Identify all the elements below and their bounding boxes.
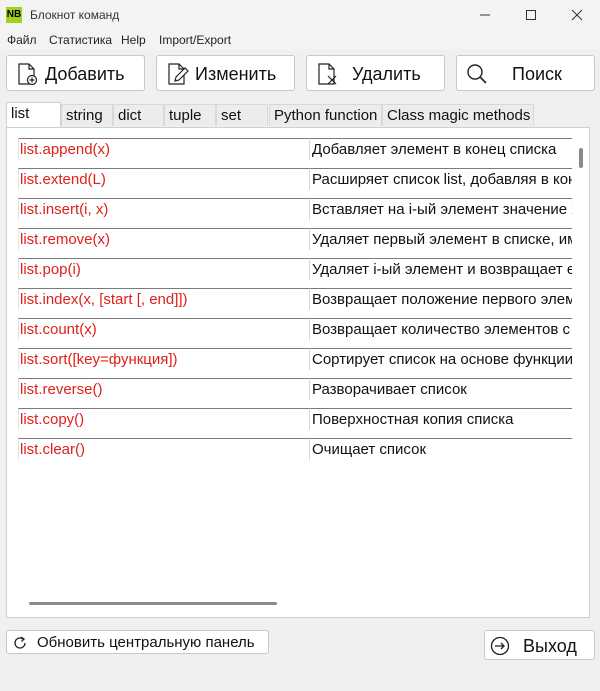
table-row[interactable]: list.append(x) Добавляет элемент в конец … (18, 138, 572, 160)
command-cell[interactable]: list.pop(i) (18, 258, 309, 280)
description-cell[interactable]: Расширяет список list, добавляя в кон (309, 168, 572, 190)
table-row[interactable]: list.pop(i) Удаляет i-ый элемент и возвра… (18, 258, 572, 280)
exit-button-label: Выход (523, 636, 577, 656)
command-cell[interactable]: list.reverse() (18, 378, 309, 400)
table-row[interactable]: list.count(x) Возвращает количество элеме… (18, 318, 572, 340)
description-cell[interactable]: Разворачивает список (309, 378, 572, 400)
vertical-scrollbar[interactable] (579, 148, 583, 168)
edit-document-icon (165, 62, 189, 91)
exit-button[interactable]: Выход (484, 630, 595, 660)
menu-bar: Файл Статистика Help Import/Export (0, 30, 600, 50)
description-cell[interactable]: Удаляет i-ый элемент и возвращает е (309, 258, 572, 280)
description-cell[interactable]: Добавляет элемент в конец списка (309, 138, 572, 160)
refresh-panel-label: Обновить центральную панель (37, 634, 255, 651)
description-cell[interactable]: Возвращает положение первого элем (309, 288, 572, 310)
description-cell[interactable]: Возвращает количество элементов с (309, 318, 572, 340)
command-list[interactable]: list.append(x) Добавляет элемент в конец … (18, 138, 572, 590)
tab-tuple[interactable]: tuple (164, 104, 216, 126)
edit-button-label: Изменить (195, 64, 277, 84)
search-button[interactable]: Поиск (456, 55, 595, 91)
search-button-label: Поиск (512, 64, 562, 84)
table-row[interactable]: list.extend(L) Расширяет список list, доб… (18, 168, 572, 190)
description-cell[interactable]: Сортирует список на основе функции (309, 348, 572, 370)
command-cell[interactable]: list.insert(i, x) (18, 198, 309, 220)
tab-class-magic-methods[interactable]: Class magic methods (382, 104, 534, 126)
command-cell[interactable]: list.count(x) (18, 318, 309, 340)
delete-button-label: Удалить (352, 64, 421, 84)
app-window: NB Блокнот команд Файл Статистика Help I… (0, 0, 600, 691)
refresh-icon (12, 635, 28, 656)
maximize-button[interactable] (508, 0, 554, 30)
command-cell[interactable]: list.copy() (18, 408, 309, 430)
table-row[interactable]: list.reverse() Разворачивает список (18, 378, 572, 400)
tab-dict[interactable]: dict (113, 104, 164, 126)
table-row[interactable]: list.sort([key=функция]) Сортирует список… (18, 348, 572, 370)
minimize-icon (480, 14, 490, 16)
command-cell[interactable]: list.append(x) (18, 138, 309, 160)
close-button[interactable] (554, 0, 600, 30)
menu-import-export[interactable]: Import/Export (159, 33, 231, 47)
tab-set[interactable]: set (216, 104, 268, 126)
window-title: Блокнот команд (30, 8, 120, 22)
description-cell[interactable]: Вставляет на i-ый элемент значение х (309, 198, 572, 220)
table-row[interactable]: list.remove(x) Удаляет первый элемент в с… (18, 228, 572, 250)
menu-file[interactable]: Файл (7, 33, 37, 47)
delete-button[interactable]: Удалить (306, 55, 445, 91)
table-row[interactable]: list.index(x, [start [, end]]) Возвращает… (18, 288, 572, 310)
horizontal-scrollbar[interactable] (29, 602, 277, 605)
title-bar: NB Блокнот команд (0, 0, 600, 30)
menu-help[interactable]: Help (121, 33, 146, 47)
search-icon (465, 62, 489, 91)
edit-button[interactable]: Изменить (156, 55, 295, 91)
exit-icon (490, 636, 510, 661)
app-icon: NB (6, 7, 22, 23)
tab-python-function[interactable]: Python function (269, 104, 382, 126)
description-cell[interactable]: Поверхностная копия списка (309, 408, 572, 430)
command-panel: list.append(x) Добавляет элемент в конец … (6, 127, 590, 618)
minimize-button[interactable] (462, 0, 508, 30)
maximize-icon (526, 10, 536, 20)
command-cell[interactable]: list.extend(L) (18, 168, 309, 190)
description-cell[interactable]: Очищает список (309, 438, 572, 460)
delete-document-icon (315, 62, 339, 91)
description-cell[interactable]: Удаляет первый элемент в списке, им (309, 228, 572, 250)
table-row[interactable]: list.insert(i, x) Вставляет на i-ый элеме… (18, 198, 572, 220)
table-row[interactable]: list.copy() Поверхностная копия списка (18, 408, 572, 430)
command-cell[interactable]: list.clear() (18, 438, 309, 460)
command-cell[interactable]: list.remove(x) (18, 228, 309, 250)
close-icon (571, 9, 583, 21)
table-row[interactable]: list.clear() Очищает список (18, 438, 572, 460)
refresh-panel-button[interactable]: Обновить центральную панель (6, 630, 269, 654)
tab-string[interactable]: string (61, 104, 113, 126)
add-button[interactable]: Добавить (6, 55, 145, 91)
command-cell[interactable]: list.index(x, [start [, end]]) (18, 288, 309, 310)
add-button-label: Добавить (45, 64, 125, 84)
add-document-icon (15, 62, 39, 91)
command-cell[interactable]: list.sort([key=функция]) (18, 348, 309, 370)
tab-list[interactable]: list (6, 102, 61, 128)
menu-statistics[interactable]: Статистика (49, 33, 112, 47)
